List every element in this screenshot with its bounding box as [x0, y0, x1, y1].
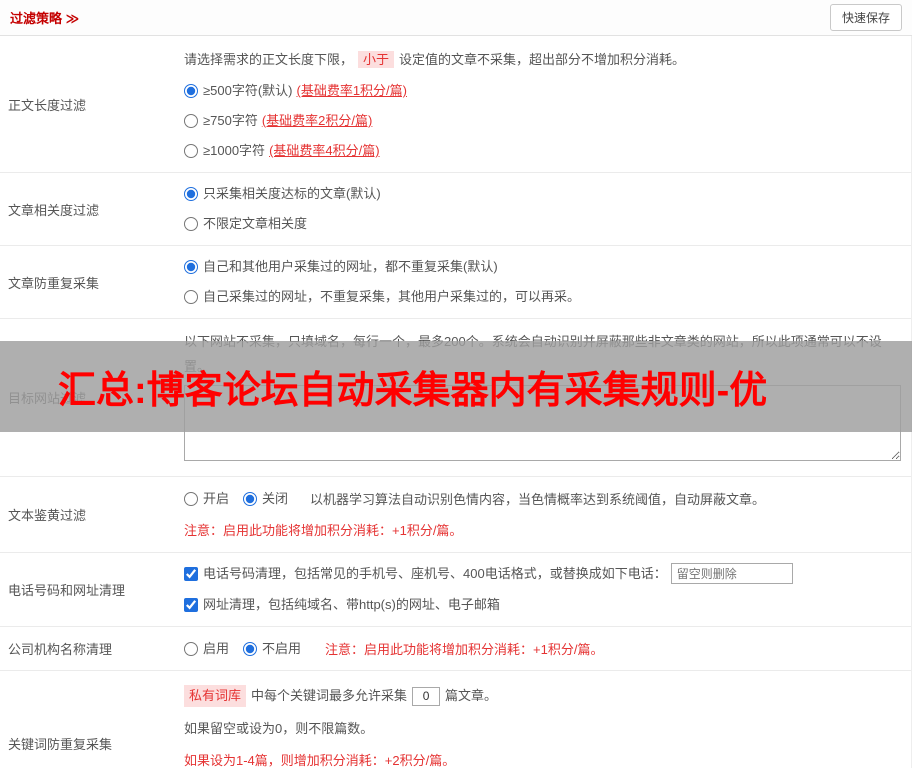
dedup-label: 文章防重复采集 — [8, 275, 100, 291]
option-text: 自己和其他用户采集过的网址，都不重复采集(默认) — [203, 259, 498, 274]
company-enable-radio[interactable] — [184, 641, 198, 656]
url-cleanup-option[interactable]: 网址清理，包括纯域名、带http(s)的网址、电子邮箱 — [184, 596, 901, 614]
content-length-1000-radio[interactable] — [184, 144, 198, 158]
content-length-750-radio[interactable] — [184, 114, 198, 128]
fee-note: (基础费率2积分/篇) — [261, 113, 373, 128]
phone-cleanup-label: 电话号码和网址清理 — [8, 583, 126, 598]
content-length-500-radio[interactable] — [184, 84, 198, 98]
phone-cleanup-content: 电话号码清理，包括常见的手机号、座机号、400电话格式，或替换成如下电话： 网址… — [180, 553, 911, 626]
relevance-option-unlimited[interactable]: 不限定文章相关度 — [184, 215, 901, 233]
row-content-length: 正文长度过滤 请选择需求的正文长度下限， 小于 设定值的文章不采集，超出部分不增加积… — [0, 36, 911, 173]
topbar: 过滤策略 ≫ 快速保存 — [0, 0, 912, 36]
dedup-option-all[interactable]: 自己和其他用户采集过的网址，都不重复采集(默认) — [184, 258, 901, 276]
intro-pre: 请选择需求的正文长度下限， — [184, 52, 354, 67]
keyword-dedup-label: 关键词防重复采集 — [8, 736, 113, 752]
option-text: 不限定文章相关度 — [203, 216, 308, 231]
keyword-line-3: 如果设为1-4篇，则增加积分消耗：+2积分/篇。 — [184, 753, 456, 768]
row-dedup: 文章防重复采集 自己和其他用户采集过的网址，都不重复采集(默认) 自己采集过的网… — [0, 246, 911, 319]
porn-off-radio[interactable] — [243, 491, 258, 506]
relevance-option-default[interactable]: 只采集相关度达标的文章(默认) — [184, 185, 901, 203]
content-length-option-750[interactable]: ≥750字符 (基础费率2积分/篇) — [184, 112, 901, 130]
option-text: 启用 — [203, 640, 230, 656]
company-cleanup-options: 启用 不启用 注意：启用此功能将增加积分消耗：+1积分/篇。 — [184, 639, 901, 658]
option-text: ≥750字符 — [203, 113, 258, 128]
keyword-line-1-suffix: 篇文章。 — [445, 688, 498, 703]
porn-filter-on[interactable]: 开启 — [184, 490, 229, 508]
dedup-self-radio[interactable] — [184, 290, 198, 304]
phone-replace-input[interactable] — [670, 563, 793, 584]
option-text: 不启用 — [262, 640, 302, 656]
row-relevance: 文章相关度过滤 只采集相关度达标的文章(默认) 不限定文章相关度 — [0, 173, 911, 246]
content-length-label: 正文长度过滤 — [8, 97, 87, 113]
phone-cleanup-checkbox[interactable] — [184, 566, 198, 581]
dedup-option-self[interactable]: 自己采集过的网址，不重复采集，其他用户采集过的，可以再采。 — [184, 288, 901, 306]
porn-filter-options: 开启 关闭 以机器学习算法自动识别色情内容，当色情概率达到系统阈值，自动屏蔽文章… — [184, 489, 901, 508]
option-text: 只采集相关度达标的文章(默认) — [203, 186, 381, 201]
quick-save-button[interactable]: 快速保存 — [829, 4, 902, 31]
porn-filter-off[interactable]: 关闭 — [243, 490, 288, 508]
keyword-dedup-content: 私有词库 中每个关键词最多允许采集 篇文章。 如果留空或设为0，则不限篇数。 如… — [180, 671, 911, 768]
row-company-cleanup: 公司机构名称清理 启用 不启用 注意：启用此功能将增加积分消耗：+1积分/篇。 — [0, 627, 911, 671]
intro-post: 设定值的文章不采集，超出部分不增加积分消耗。 — [399, 52, 686, 67]
row-keyword-dedup: 关键词防重复采集 私有词库 中每个关键词最多允许采集 篇文章。 如果留空或设为0… — [0, 671, 911, 768]
relevance-content: 只采集相关度达标的文章(默认) 不限定文章相关度 — [180, 173, 911, 245]
keyword-line-1: 私有词库 中每个关键词最多允许采集 篇文章。 — [184, 685, 901, 707]
content-length-content: 请选择需求的正文长度下限， 小于 设定值的文章不采集，超出部分不增加积分消耗。 ≥5… — [180, 36, 911, 172]
porn-filter-warning: 注意：启用此功能将增加积分消耗：+1积分/篇。 — [184, 523, 463, 538]
dedup-content: 自己和其他用户采集过的网址，都不重复采集(默认) 自己采集过的网址，不重复采集，… — [180, 246, 911, 318]
company-cleanup-warning: 注意：启用此功能将增加积分消耗：+1积分/篇。 — [325, 642, 604, 657]
option-text: 开启 — [203, 490, 230, 506]
company-cleanup-content: 启用 不启用 注意：启用此功能将增加积分消耗：+1积分/篇。 — [180, 627, 911, 670]
porn-on-radio[interactable] — [184, 491, 198, 506]
option-text: ≥1000字符 — [203, 143, 266, 158]
content-length-option-500[interactable]: ≥500字符(默认) (基础费率1积分/篇) — [184, 82, 901, 100]
company-enable-option[interactable]: 启用 — [184, 640, 229, 658]
option-text: ≥500字符(默认) — [203, 83, 293, 98]
relevance-label: 文章相关度过滤 — [8, 202, 100, 218]
page-title[interactable]: 过滤策略 ≫ — [10, 8, 79, 27]
content-length-option-1000[interactable]: ≥1000字符 (基础费率4积分/篇) — [184, 142, 901, 160]
option-text: 自己采集过的网址，不重复采集，其他用户采集过的，可以再采。 — [203, 289, 581, 304]
porn-filter-content: 开启 关闭 以机器学习算法自动识别色情内容，当色情概率达到系统阈值，自动屏蔽文章… — [180, 477, 911, 552]
watermark-overlay: 汇总:博客论坛自动采集器内有采集规则-优 — [0, 341, 912, 432]
content-length-intro: 请选择需求的正文长度下限， 小于 设定值的文章不采集，超出部分不增加积分消耗。 — [184, 50, 901, 70]
keyword-line-2: 如果留空或设为0，则不限篇数。 — [184, 721, 374, 736]
url-cleanup-checkbox[interactable] — [184, 598, 198, 612]
intro-highlight: 小于 — [358, 51, 395, 68]
row-phone-cleanup: 电话号码和网址清理 电话号码清理，包括常见的手机号、座机号、400电话格式，或替… — [0, 553, 911, 627]
fee-note: (基础费率4积分/篇) — [269, 143, 380, 158]
relevance-default-radio[interactable] — [184, 187, 198, 201]
company-cleanup-label: 公司机构名称清理 — [8, 642, 113, 657]
option-text: 网址清理，包括纯域名、带http(s)的网址、电子邮箱 — [203, 597, 500, 612]
keyword-max-count-input[interactable] — [412, 686, 441, 706]
relevance-unlimited-radio[interactable] — [184, 217, 198, 231]
option-text: 关闭 — [262, 490, 289, 506]
porn-filter-label: 文本鉴黄过滤 — [8, 508, 87, 523]
option-text: 电话号码清理，包括常见的手机号、座机号、400电话格式，或替换成如下电话： — [203, 565, 667, 581]
porn-filter-desc: 以机器学习算法自动识别色情内容，当色情概率达到系统阈值，自动屏蔽文章。 — [310, 492, 766, 507]
row-porn-filter: 文本鉴黄过滤 开启 关闭 以机器学习算法自动识别色情内容，当色情概率达到系统阈值… — [0, 477, 911, 553]
watermark-text: 汇总:博客论坛自动采集器内有采集规则-优 — [58, 370, 768, 412]
phone-cleanup-option[interactable]: 电话号码清理，包括常见的手机号、座机号、400电话格式，或替换成如下电话： — [184, 563, 901, 584]
company-disable-radio[interactable] — [243, 641, 258, 656]
fee-note: (基础费率1积分/篇) — [296, 83, 407, 98]
private-lexicon-highlight: 私有词库 — [184, 685, 247, 707]
keyword-line-1-text: 中每个关键词最多允许采集 — [251, 688, 408, 703]
dedup-all-radio[interactable] — [184, 260, 198, 274]
company-disable-option[interactable]: 不启用 — [243, 640, 301, 658]
